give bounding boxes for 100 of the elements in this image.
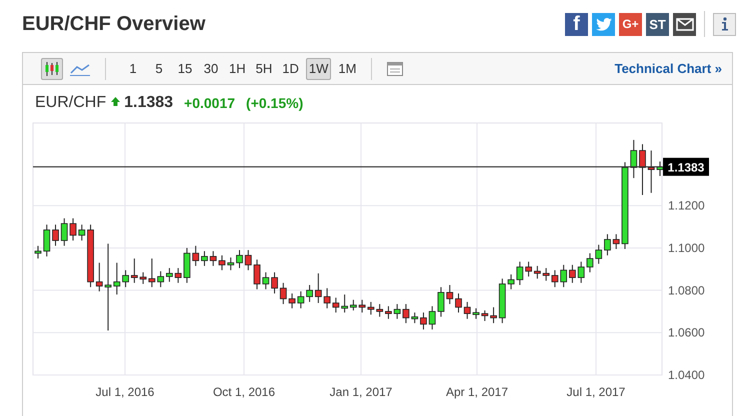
candle (490, 306, 497, 324)
candle (438, 286, 444, 318)
candle (358, 299, 366, 314)
bird-icon (596, 18, 612, 30)
candle (201, 250, 208, 266)
interval-tab[interactable]: 15 (174, 58, 196, 80)
interval-tab[interactable]: 5H (252, 58, 276, 80)
candle (648, 150, 655, 194)
candle (280, 282, 287, 305)
interval-tab[interactable]: 30 (200, 58, 222, 80)
candle (385, 306, 392, 320)
y-axis-label: 1.0800 (668, 283, 705, 298)
share-button[interactable]: f (565, 12, 588, 36)
candle (560, 264, 568, 288)
page-title: EUR/CHF Overview (22, 12, 206, 36)
candle (210, 250, 217, 266)
candle (218, 254, 226, 271)
candle (446, 284, 454, 305)
candle (297, 290, 304, 309)
candle (481, 310, 488, 322)
candle (60, 218, 68, 246)
candle (174, 268, 182, 284)
y-axis-label: 1.0600 (668, 326, 705, 340)
change-percent: (+0.15%) (246, 95, 304, 111)
info-icon (720, 17, 728, 31)
candle (324, 288, 330, 309)
symbol-label: EUR/CHF (35, 94, 106, 112)
technical-chart-link[interactable]: Technical Chart » (614, 61, 722, 76)
candle (122, 270, 129, 288)
candle (455, 292, 462, 314)
candle (376, 304, 384, 318)
table-icon (387, 62, 404, 76)
candle (254, 259, 260, 290)
candle (34, 245, 42, 260)
x-axis-label: Jul 1, 2017 (566, 385, 626, 399)
candle (630, 139, 638, 179)
share-button[interactable] (673, 12, 696, 36)
candle (578, 261, 585, 284)
change-value: +0.0017 (184, 95, 236, 111)
candle (78, 224, 86, 242)
candle (604, 234, 611, 256)
interval-tab[interactable]: 1M (335, 58, 360, 80)
candle (639, 144, 646, 196)
candle (569, 264, 576, 284)
candle (166, 268, 173, 282)
x-axis-label: Apr 1, 2017 (446, 385, 508, 399)
last-price-label: 1.1383 (668, 160, 704, 174)
candle (227, 256, 234, 271)
candle (96, 262, 103, 292)
candle (52, 224, 59, 246)
candle (332, 297, 340, 314)
interval-tab[interactable]: 1W (306, 58, 332, 80)
interval-tab[interactable]: 5 (148, 58, 170, 80)
candle (43, 224, 50, 257)
price-value: 1.1383 (124, 94, 174, 112)
candle (472, 308, 480, 320)
candle (288, 292, 296, 309)
candle (70, 218, 76, 242)
y-axis-label: 1.1200 (668, 198, 705, 213)
candle (516, 261, 524, 286)
candle (236, 250, 243, 269)
y-axis-label: 1.1000 (668, 240, 705, 255)
x-axis-label: Jul 1, 2016 (96, 385, 154, 399)
x-axis-label: Oct 1, 2016 (212, 385, 276, 399)
interval-tab[interactable]: 1 (122, 58, 144, 80)
candle (394, 304, 401, 320)
candle (130, 258, 138, 284)
candle (314, 272, 322, 304)
y-axis-label: 1.0400 (668, 368, 705, 382)
candlestick-icon (44, 62, 60, 76)
envelope-icon (676, 18, 694, 30)
candle (586, 252, 594, 273)
interval-tab[interactable]: 1D (279, 58, 302, 80)
candle (157, 270, 164, 288)
candle (612, 234, 620, 250)
candle (525, 261, 532, 278)
candle (464, 301, 471, 320)
candle (368, 301, 374, 316)
info-button[interactable] (713, 12, 736, 36)
share-button[interactable]: G+ (619, 12, 642, 36)
candle (508, 274, 514, 290)
candle (192, 245, 200, 266)
candle (595, 244, 602, 264)
candle (420, 312, 427, 330)
line-chart-icon (70, 62, 90, 76)
candle (402, 304, 410, 324)
interval-tab[interactable]: 1H (226, 58, 249, 80)
candle (262, 272, 270, 290)
x-axis-label: Jan 1, 2017 (330, 385, 392, 399)
candle (184, 247, 190, 284)
candle (87, 224, 94, 288)
candle (271, 272, 278, 294)
share-button[interactable]: ST (646, 12, 669, 36)
candle (428, 306, 436, 330)
candle (244, 250, 252, 271)
candle (534, 265, 541, 280)
candle (306, 284, 313, 302)
candle (498, 278, 506, 324)
candle (113, 262, 120, 296)
chart-type-button[interactable] (41, 58, 63, 80)
